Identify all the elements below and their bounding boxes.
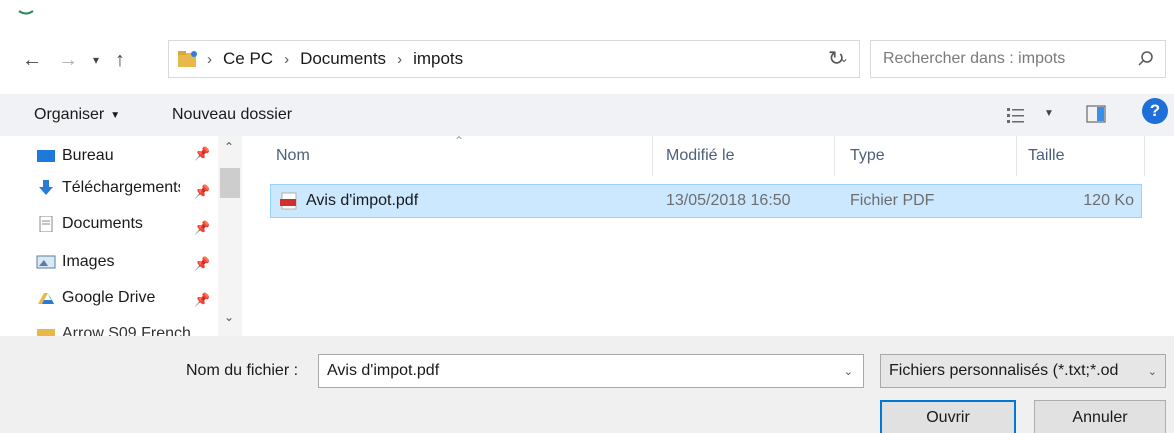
pdf-file-icon: [280, 192, 297, 210]
column-size-label: Taille: [1028, 147, 1065, 164]
preview-pane-icon[interactable]: [1086, 105, 1106, 123]
column-header-name[interactable]: Nom: [276, 140, 310, 172]
column-divider[interactable]: [1016, 136, 1017, 176]
column-divider[interactable]: [652, 136, 653, 176]
column-divider[interactable]: [834, 136, 835, 176]
back-arrow-icon[interactable]: ←: [20, 44, 44, 76]
folder-icon: [178, 51, 197, 67]
up-arrow-icon[interactable]: ↑: [108, 44, 132, 76]
search-input[interactable]: Rechercher dans : impots: [870, 40, 1166, 78]
help-icon[interactable]: ?: [1142, 98, 1168, 124]
column-modified-label: Modifié le: [666, 147, 735, 164]
breadcrumb-documents[interactable]: Documents: [300, 49, 386, 69]
nav-item-label: Bureau: [62, 147, 114, 164]
window-icon-fragment: [18, 10, 34, 15]
sort-ascending-icon: ⌃: [454, 134, 465, 148]
column-name-label: Nom: [276, 147, 310, 164]
filename-label: Nom du fichier :: [186, 362, 299, 379]
view-options-icon[interactable]: [1006, 106, 1026, 124]
filename-dropdown-chevron-icon[interactable]: ⌄: [844, 365, 853, 378]
nav-item-label: Arrow S09 French: [62, 325, 191, 336]
refresh-icon[interactable]: ↻: [828, 46, 854, 74]
breadcrumb-separator-icon: ›: [397, 50, 403, 68]
open-button[interactable]: Ouvrir: [880, 400, 1016, 433]
column-header-size[interactable]: Taille: [1028, 140, 1064, 172]
new-folder-button[interactable]: Nouveau dossier: [172, 100, 292, 130]
organize-label: Organiser: [34, 106, 105, 123]
pin-icon: 📌: [194, 256, 211, 271]
breadcrumb-ce-pc[interactable]: Ce PC: [223, 49, 273, 69]
dropdown-caret-icon: ▼: [110, 109, 121, 121]
file-size: 120 Ko: [1083, 192, 1134, 209]
nav-item-label: Documents: [62, 215, 143, 232]
search-placeholder: Rechercher dans : impots: [883, 50, 1066, 67]
filename-value: Avis d'impot.pdf: [327, 362, 440, 379]
filter-dropdown-chevron-icon[interactable]: ⌄: [1148, 365, 1157, 378]
navigation-pane: Bureau Téléchargements Documents Images …: [0, 136, 248, 336]
scroll-up-chevron-icon[interactable]: ⌃: [224, 140, 234, 154]
google-drive-icon: [38, 293, 54, 304]
pin-icon: 📌: [194, 292, 211, 307]
documents-icon: [39, 216, 53, 232]
pin-icon: 📌: [194, 220, 211, 235]
nav-scrollbar[interactable]: [218, 136, 242, 336]
pin-icon: 📌: [194, 146, 211, 161]
cancel-button[interactable]: Annuler: [1034, 400, 1166, 433]
nav-item-label: Google Drive: [62, 289, 156, 306]
pictures-icon: [36, 255, 56, 269]
breadcrumb-separator-icon: ›: [207, 50, 212, 68]
column-type-label: Type: [850, 147, 885, 164]
pin-icon: 📌: [194, 184, 211, 199]
nav-scrollbar-thumb[interactable]: [220, 168, 240, 198]
file-modified: 13/05/2018 16:50: [666, 192, 791, 209]
column-header-modified[interactable]: Modifié le: [666, 140, 734, 172]
scroll-down-chevron-icon[interactable]: ⌄: [224, 310, 234, 324]
open-button-label: Ouvrir: [926, 409, 970, 426]
file-name[interactable]: Avis d'impot.pdf: [306, 184, 418, 218]
breadcrumb-impots[interactable]: impots: [413, 49, 463, 69]
column-divider[interactable]: [1144, 136, 1145, 176]
file-type-filter-label: Fichiers personnalisés (*.txt;*.od: [889, 362, 1119, 379]
organize-button[interactable]: Organiser ▼: [34, 100, 120, 130]
breadcrumb-separator-icon: ›: [284, 50, 290, 68]
new-folder-label: Nouveau dossier: [172, 106, 293, 123]
address-bar[interactable]: › Ce PC › Documents › impots ⌄: [168, 40, 860, 78]
file-type: Fichier PDF: [850, 192, 935, 209]
recent-locations-chevron-icon[interactable]: ▾: [84, 44, 108, 76]
forward-arrow-icon[interactable]: →: [56, 44, 80, 76]
view-dropdown-caret-icon[interactable]: ▼: [1044, 108, 1054, 119]
desktop-icon: [37, 150, 55, 162]
file-type-filter-select[interactable]: Fichiers personnalisés (*.txt;*.od ⌄: [880, 354, 1166, 388]
filename-input[interactable]: Avis d'impot.pdf ⌄: [318, 354, 864, 388]
column-header-type[interactable]: Type: [850, 140, 885, 172]
download-icon: [39, 180, 53, 195]
nav-item-arrow-folder[interactable]: Arrow S09 French: [36, 318, 226, 336]
folder-icon: [37, 329, 55, 336]
search-icon[interactable]: [1137, 50, 1155, 68]
nav-item-label: Images: [62, 253, 115, 270]
cancel-button-label: Annuler: [1072, 409, 1128, 426]
nav-item-label: Téléchargements: [62, 179, 180, 196]
